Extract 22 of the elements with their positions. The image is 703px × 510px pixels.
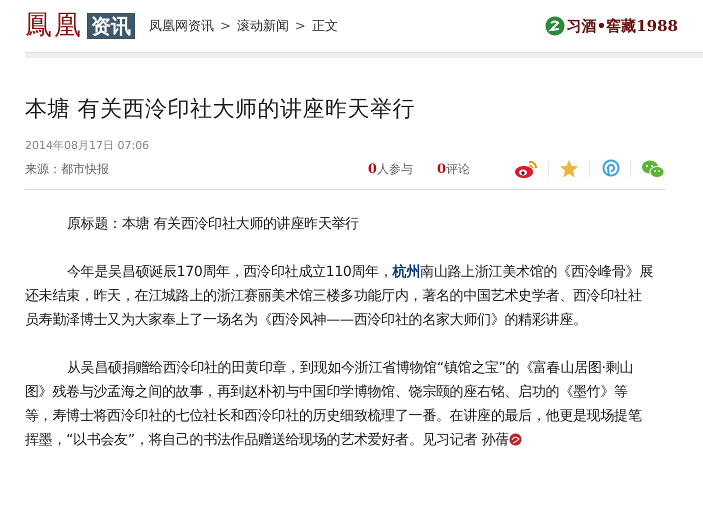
breadcrumb-link[interactable]: 正文 bbox=[312, 17, 338, 35]
ad-logo-icon[interactable] bbox=[544, 16, 565, 36]
breadcrumb-separator: > bbox=[220, 18, 231, 34]
weibo-icon[interactable] bbox=[514, 159, 538, 179]
publish-date: 2014年08月17日 07:06 bbox=[25, 138, 150, 153]
wechat-icon[interactable] bbox=[641, 159, 665, 179]
ad-banner-text[interactable]: 习酒•窖藏1988 bbox=[566, 16, 678, 36]
speech-bubble-icon[interactable] bbox=[600, 159, 620, 179]
breadcrumb-separator: > bbox=[294, 18, 306, 34]
logo-tag[interactable]: 资讯 bbox=[87, 13, 135, 39]
stat-link[interactable]: 0人参与 bbox=[368, 160, 413, 178]
article-paragraph: 从吴昌硕捐赠给西泠印社的田黄印章，到现如今浙江省博物馆“镇馆之宝”的《富春山居图·剩山图》残卷与沙孟海之间的故事，再到赵朴初与中国印学博物馆、饶宗颐的座右铭、启功的《墨竹》等等，寿博士将西泠印社的七位社长和西泠印社的历史细致梳理了一番。在讲座的最后，他更是现场提笔挥墨，“以书会友”，将自己的书法作品赠送给现场的艺术爱好者。见习记者 孙蒨 bbox=[25, 359, 643, 450]
star-icon[interactable] bbox=[559, 159, 579, 179]
article-source: 来源：都市快报 bbox=[25, 160, 109, 178]
city-link[interactable]: 杭州 bbox=[392, 264, 420, 280]
stat-link[interactable]: 0评论 bbox=[436, 160, 470, 178]
article-title: 本塘 有关西泠印社大师的讲座昨天举行 bbox=[25, 96, 416, 124]
breadcrumb-link[interactable]: 凤凰网资讯 bbox=[149, 17, 214, 35]
breadcrumb-link[interactable]: 滚动新闻 bbox=[236, 17, 289, 35]
logo-wordmark[interactable]: 鳳凰 bbox=[25, 11, 83, 41]
article-paragraph: 原标题：本塘 有关西泠印社大师的讲座昨天举行 bbox=[66, 215, 360, 234]
article-paragraph: 今年是吴昌硕诞辰170周年，西泠印社成立110周年，杭州南山路上浙江美术馆的《西泠峰骨》展还未结束，昨天，在江城路上的浙江赛丽美术馆三楼多功能厅内，著名的中国艺术史学者、西泠印社社员寿勤泽博士又为大家奉上了一场名为《西泠风神——西泠印社的名家大师们》的精彩讲座。 bbox=[25, 263, 654, 330]
